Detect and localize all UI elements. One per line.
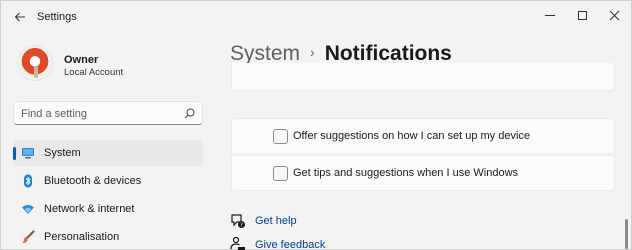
scrollbar[interactable] <box>625 219 628 249</box>
selection-indicator <box>13 147 16 160</box>
bluetooth-icon <box>24 174 32 188</box>
sidebar-item-bluetooth[interactable]: Bluetooth & devices <box>13 168 203 194</box>
settings-window: Settings Owner Local Account Find a sett… <box>0 0 632 250</box>
maximize-icon <box>577 10 587 20</box>
sidebar-item-system[interactable]: System <box>13 140 203 166</box>
sidebar-item-label: Network & internet <box>44 203 135 215</box>
feedback-icon <box>230 237 245 250</box>
search-input[interactable]: Find a setting <box>13 101 203 125</box>
title-bar: Settings <box>1 1 631 33</box>
account-type: Local Account <box>64 67 124 78</box>
svg-text:?: ? <box>240 223 243 229</box>
search-placeholder: Find a setting <box>21 108 88 120</box>
chevron-right-icon: › <box>310 44 315 60</box>
back-button[interactable] <box>7 5 33 29</box>
option-label: Get tips and suggestions when I use Wind… <box>293 167 519 179</box>
feedback-link-label: Give feedback <box>255 239 326 250</box>
user-name: Owner <box>64 54 99 66</box>
help-link-label: Get help <box>255 215 297 227</box>
sidebar-item-network[interactable]: Network & internet <box>13 196 203 222</box>
option-label: Offer suggestions on how I can set up my… <box>293 130 531 142</box>
sidebar-item-label: Bluetooth & devices <box>44 175 142 187</box>
breadcrumb-parent[interactable]: System <box>230 42 300 65</box>
help-chat-icon: ? <box>231 214 245 229</box>
search-icon <box>184 108 195 119</box>
wifi-icon <box>22 205 34 214</box>
user-profile[interactable]: Owner Local Account <box>17 45 207 89</box>
settings-card <box>231 63 615 91</box>
app-title: Settings <box>37 11 77 23</box>
back-arrow-icon <box>14 12 25 22</box>
brush-icon <box>22 230 35 243</box>
minimize-icon <box>545 14 555 16</box>
sidebar-item-personalisation[interactable]: Personalisation <box>13 224 203 250</box>
close-button[interactable] <box>591 1 632 29</box>
suggestions-setup-option[interactable]: Offer suggestions on how I can set up my… <box>231 118 615 154</box>
tips-checkbox[interactable] <box>273 166 288 181</box>
suggestions-setup-checkbox[interactable] <box>273 129 288 144</box>
sidebar-item-label: Personalisation <box>44 231 120 243</box>
page-title: Notifications <box>324 42 452 65</box>
tips-option[interactable]: Get tips and suggestions when I use Wind… <box>231 155 615 191</box>
avatar <box>17 45 53 81</box>
close-icon <box>609 10 620 21</box>
sidebar-item-label: System <box>44 147 81 159</box>
monitor-icon <box>22 148 34 159</box>
